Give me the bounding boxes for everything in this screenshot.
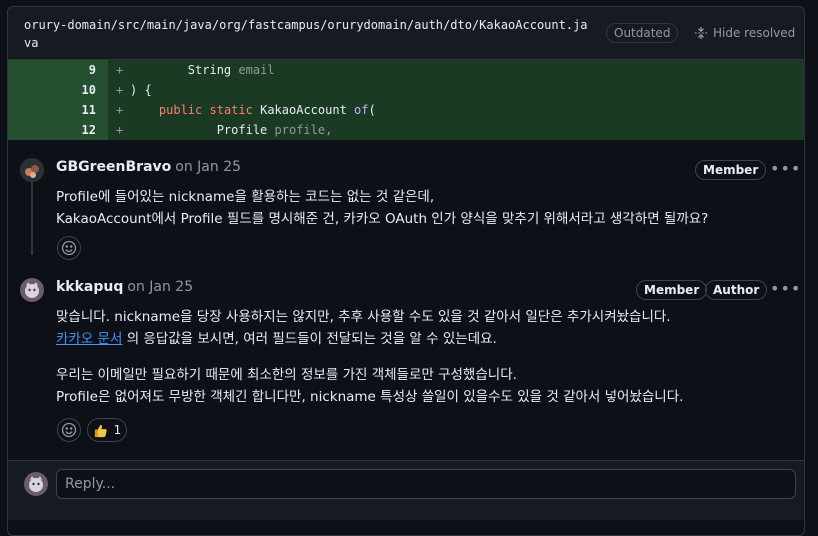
comment-date[interactable]: on Jan 25 [127, 279, 193, 295]
kebab-horizontal-icon[interactable]: ••• [770, 161, 800, 180]
reaction-count: 1 [113, 423, 122, 437]
line-number[interactable]: 10 [8, 80, 96, 100]
comment-author[interactable]: kkkapuq on Jan 25 [56, 279, 193, 295]
diff-sign: + [116, 103, 124, 117]
comment-body: Profile에 들어있는 nickname을 활용하는 코드는 없는 것 같은… [56, 186, 708, 230]
fold-icon [694, 26, 708, 40]
comment-body: 맞습니다. nickname을 당장 사용하지는 않지만, 추후 사용할 수도 … [56, 306, 683, 408]
diff-line: 12 + Profile profile, [8, 120, 804, 140]
member-badge: Member [636, 280, 708, 300]
smiley-icon [61, 240, 77, 256]
avatar[interactable] [20, 158, 44, 182]
member-badge: Member [695, 160, 767, 180]
line-number[interactable]: 11 [8, 100, 96, 120]
file-path[interactable]: orury-domain/src/main/java/org/fastcampu… [24, 16, 594, 52]
comment-author[interactable]: GBGreenBravo on Jan 25 [56, 159, 241, 175]
line-number[interactable]: 9 [8, 60, 96, 80]
code: Profile profile, [216, 123, 333, 137]
diff-sign: + [116, 123, 124, 137]
diff-line: 10 + ) { [8, 80, 804, 100]
thumbs-up-icon [94, 424, 107, 437]
line-number[interactable]: 12 [8, 120, 96, 140]
code: String email [187, 63, 275, 77]
smiley-icon [61, 422, 77, 438]
comment-line: 카카오 문서 의 응답값을 보시면, 여러 필드들이 전달되는 것을 알 수 있… [56, 331, 497, 347]
reply-input[interactable]: Reply... [56, 469, 796, 499]
code: public static KakaoAccount of( [158, 103, 376, 117]
diff-hunk: 9 + String email 10 + ) { 11 + public st… [8, 60, 804, 140]
comment-line: Profile에 들어있는 nickname을 활용하는 코드는 없는 것 같은… [56, 189, 435, 205]
outdated-badge: Outdated [606, 23, 679, 43]
hide-resolved-label: Hide resolved [713, 26, 796, 40]
comment-line: KakaoAccount에서 Profile 필드를 명시해준 건, 카카오 O… [56, 211, 709, 227]
thread-connector [31, 177, 33, 255]
add-reaction-button[interactable] [57, 236, 81, 260]
hide-resolved-button[interactable]: Hide resolved [694, 23, 795, 43]
file-header: orury-domain/src/main/java/org/fastcampu… [8, 7, 804, 60]
review-thread: orury-domain/src/main/java/org/fastcampu… [7, 6, 805, 536]
code: ) { [130, 83, 152, 97]
comment-line: Profile은 없어져도 무방한 객체긴 합니다만, nickname 특성상… [56, 389, 684, 405]
comment-line: 맞습니다. nickname을 당장 사용하지는 않지만, 추후 사용할 수도 … [56, 309, 671, 325]
author-badge: Author [705, 280, 768, 300]
diff-sign: + [116, 83, 124, 97]
comment-line: 우리는 이메일만 필요하기 때문에 최소한의 정보를 가진 객체들로만 구성했습… [56, 367, 517, 383]
add-reaction-button[interactable] [57, 418, 81, 442]
diff-sign: + [116, 63, 124, 77]
reply-area: Reply... [8, 460, 804, 520]
thumbs-up-reaction[interactable]: 1 [87, 418, 127, 442]
diff-line: 11 + public static KakaoAccount of( [8, 100, 804, 120]
diff-line: 9 + String email [8, 60, 804, 80]
avatar[interactable] [20, 278, 44, 302]
kakao-docs-link[interactable]: 카카오 문서 [56, 331, 122, 347]
comment-date[interactable]: on Jan 25 [175, 159, 241, 175]
avatar [24, 472, 48, 496]
kebab-horizontal-icon[interactable]: ••• [770, 281, 800, 300]
